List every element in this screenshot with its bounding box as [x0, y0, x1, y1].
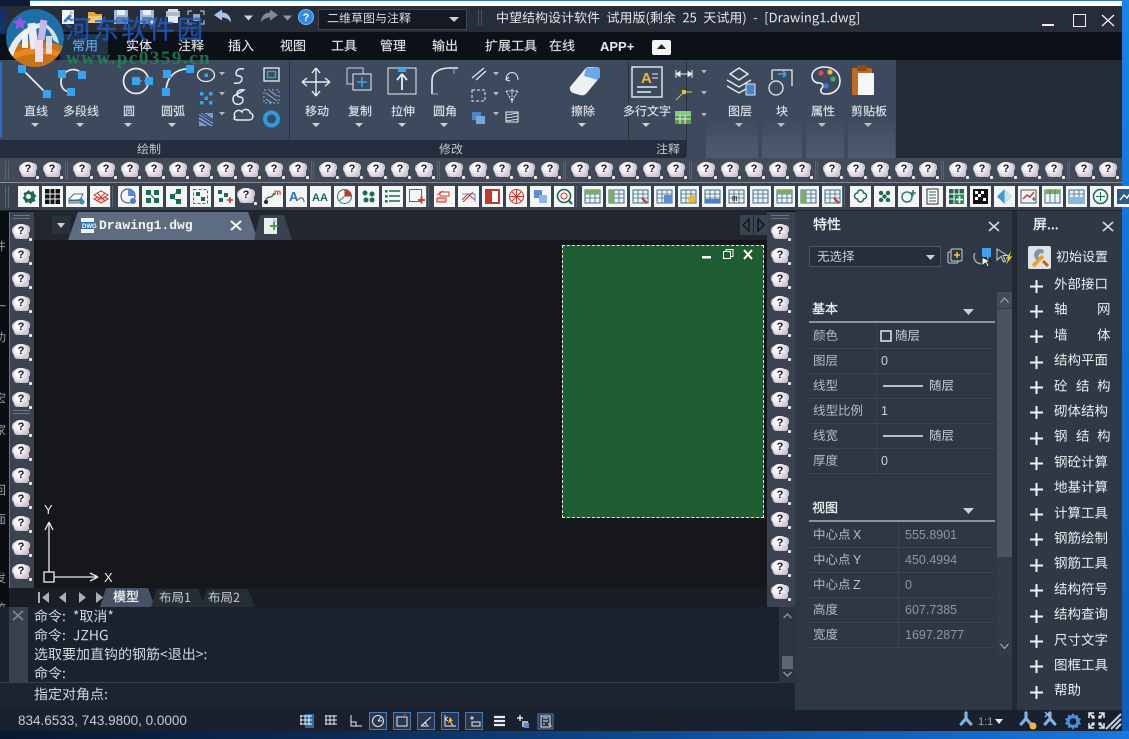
svg-text:m: m [274, 188, 281, 197]
svg-text:X: X [104, 570, 113, 585]
svg-text:A: A [289, 189, 299, 204]
svg-text:A: A [641, 70, 652, 87]
svg-text:AA: AA [312, 192, 328, 204]
svg-text:?: ? [303, 12, 310, 24]
svg-text:Y: Y [44, 502, 53, 517]
svg-text:m: m [732, 194, 737, 204]
svg-text:1:1: 1:1 [978, 716, 993, 728]
svg-text:DWG: DWG [82, 224, 97, 230]
